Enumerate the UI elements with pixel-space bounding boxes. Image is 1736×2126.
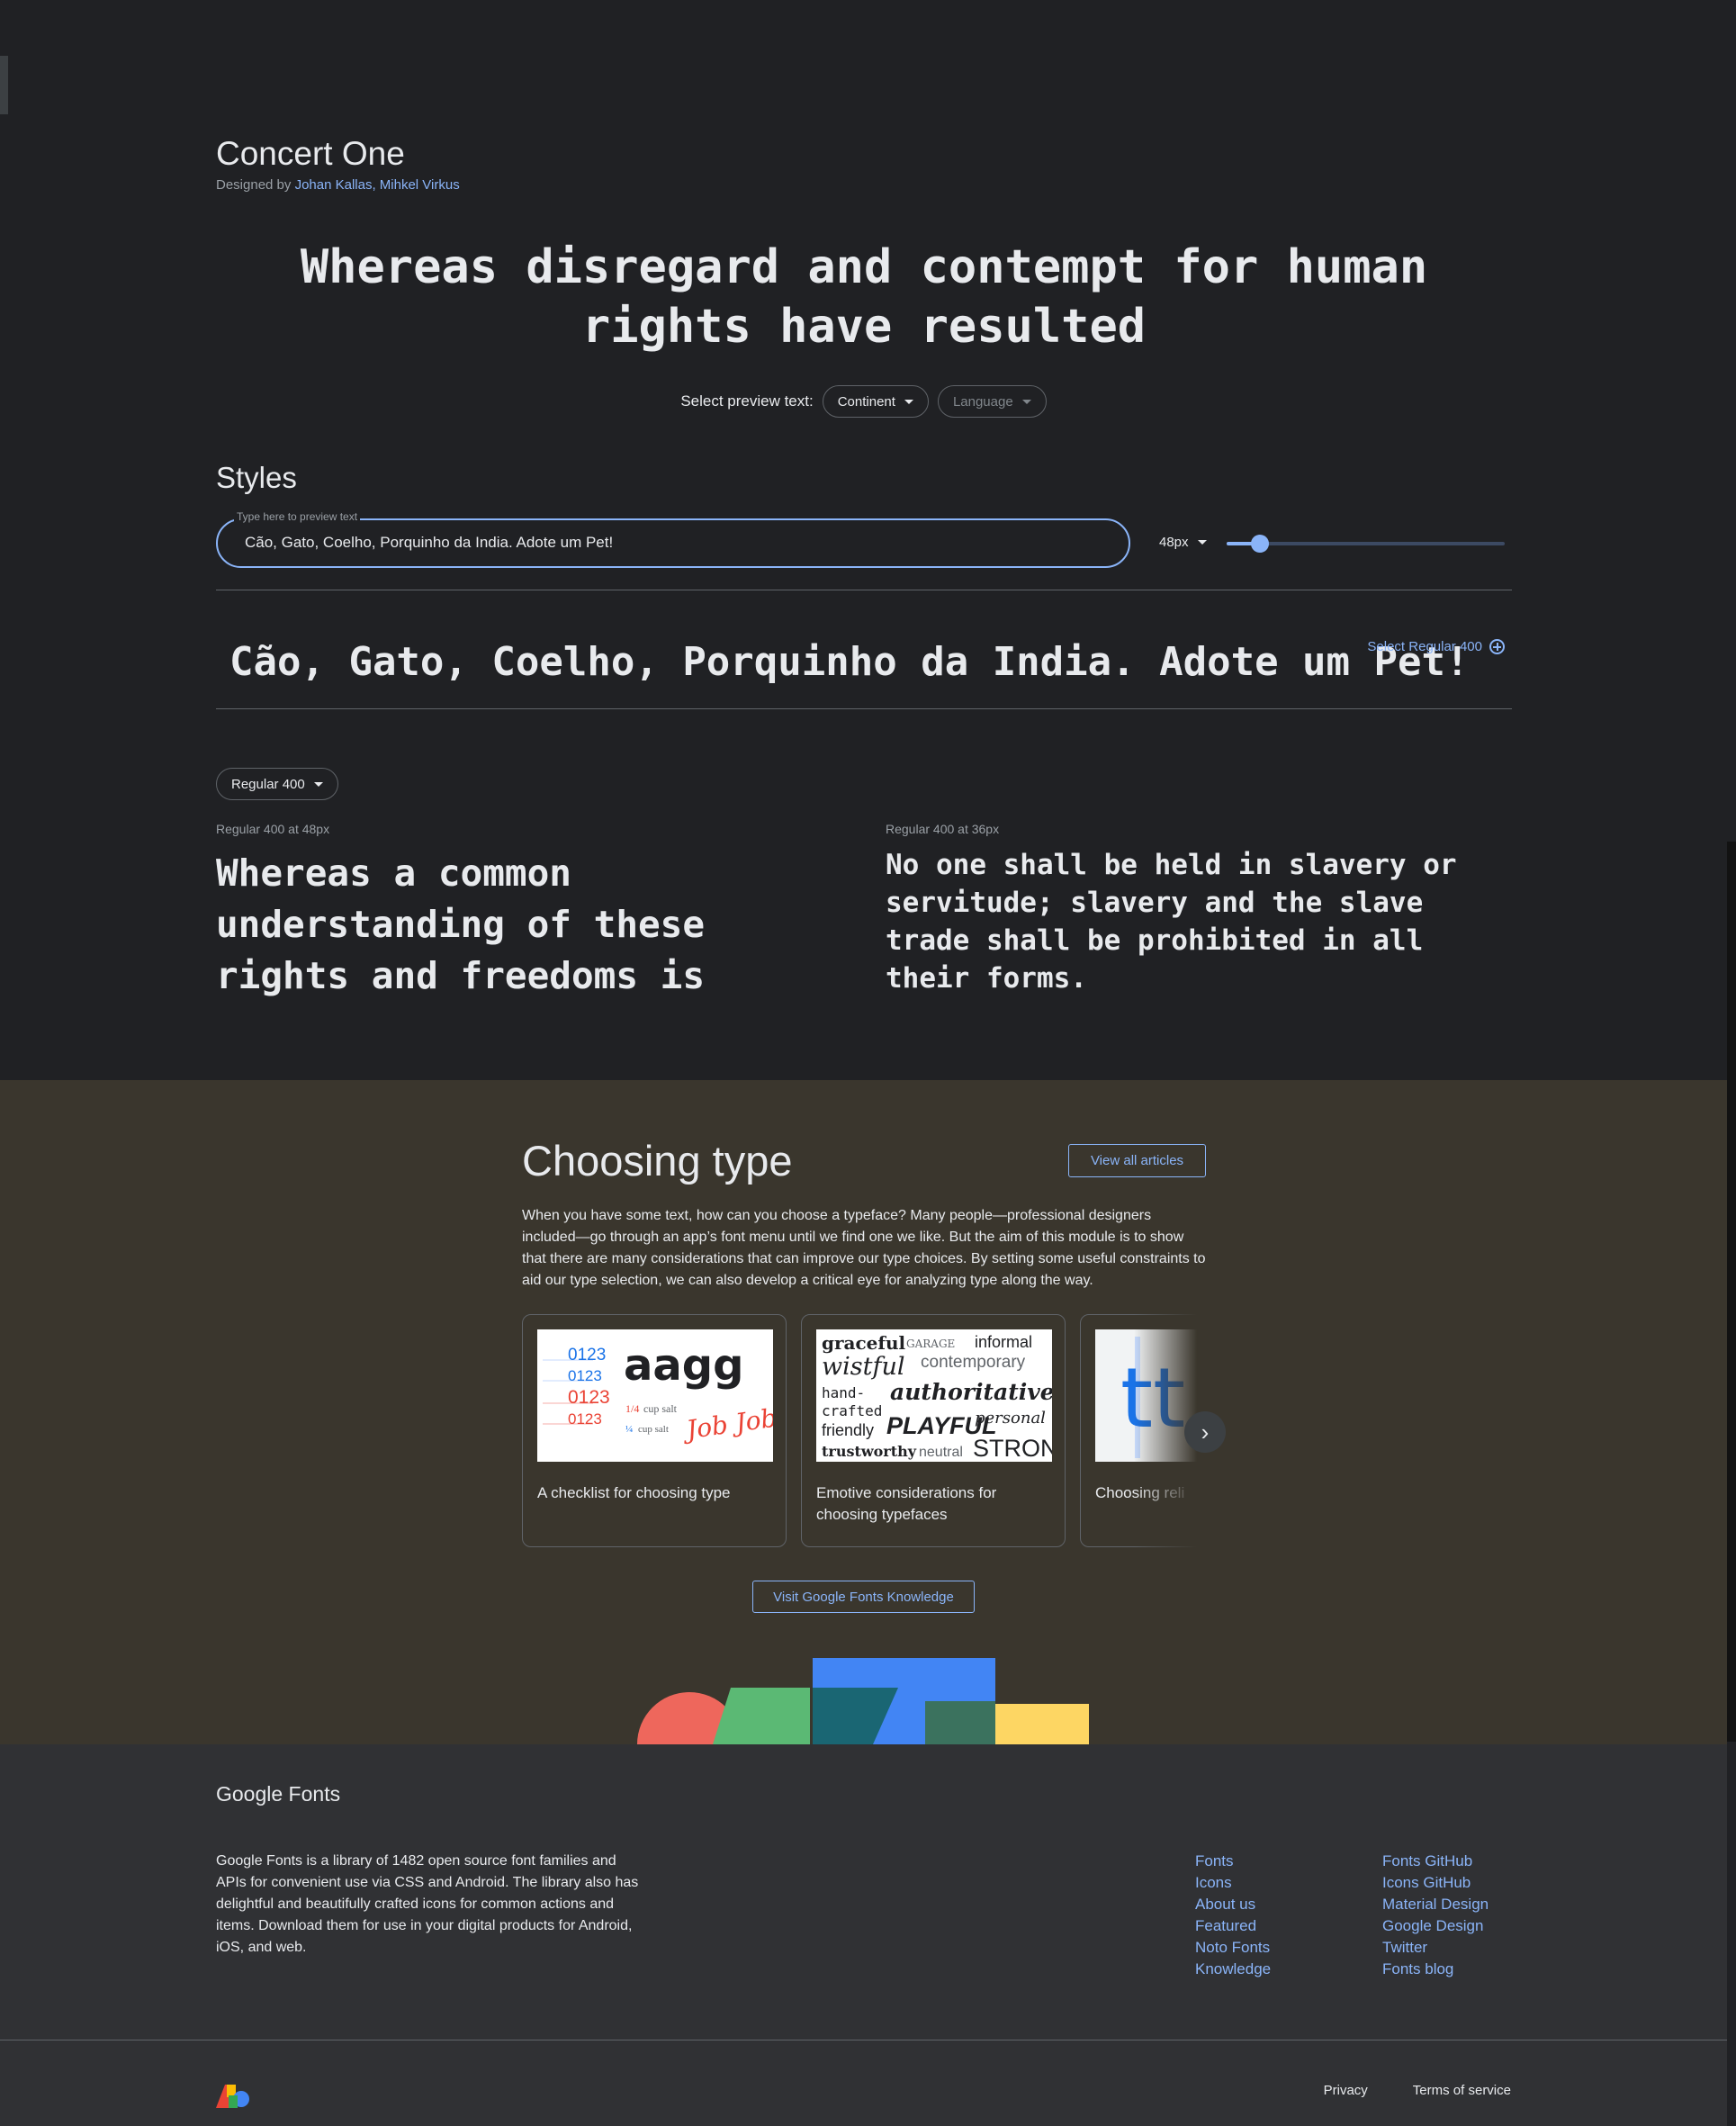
font-size-slider-thumb[interactable] — [1251, 535, 1270, 553]
emotive-illustration: graceful GARAGE informal wistful contemp… — [822, 1332, 1052, 1462]
side-tab — [0, 56, 8, 114]
footer-link[interactable]: Google Design — [1382, 1915, 1489, 1937]
chevron-down-icon — [1021, 399, 1031, 404]
font-title: Concert One — [216, 135, 405, 172]
select-style-label: Select Regular 400 — [1367, 639, 1482, 654]
sample-caption-left: Regular 400 at 48px — [216, 822, 330, 836]
google-fonts-logo-icon[interactable] — [216, 2081, 250, 2108]
sample-text-right: No one shall be held in slavery or servi… — [886, 849, 1457, 995]
style-row-preview: Cão, Gato, Coelho, Porquinho da India. A… — [229, 639, 1470, 685]
chevron-down-icon — [313, 781, 323, 787]
weight-select[interactable]: Regular 400 — [216, 768, 338, 800]
choosing-type-section: Choosing type View all articles When you… — [0, 1080, 1727, 1744]
thumb-word: friendly — [822, 1421, 874, 1439]
thumb-word: contemporary — [921, 1353, 1026, 1372]
continent-select-label: Continent — [837, 393, 895, 410]
language-select[interactable]: Language — [937, 385, 1047, 418]
article-card-title: Emotive considerations for choosing type… — [816, 1484, 997, 1523]
preview-text-input[interactable] — [245, 534, 1055, 552]
decorative-shapes — [637, 1658, 1089, 1744]
thumb-script: Job Job — [680, 1402, 773, 1445]
visit-knowledge-button[interactable]: Visit Google Fonts Knowledge — [752, 1581, 975, 1613]
thumb-word: hand- — [822, 1384, 865, 1401]
footer-links-column-1: Fonts Icons About us Featured Noto Fonts… — [1195, 1851, 1271, 1980]
thumb-word: trustworthy — [822, 1443, 917, 1460]
privacy-link[interactable]: Privacy — [1324, 2083, 1368, 2098]
chevron-right-icon[interactable]: › — [1184, 1411, 1226, 1453]
footer-link[interactable]: Material Design — [1382, 1894, 1489, 1915]
view-all-articles-button[interactable]: View all articles — [1068, 1144, 1206, 1177]
article-card[interactable]: graceful GARAGE informal wistful contemp… — [801, 1314, 1066, 1547]
thumb-digits: 0123 — [568, 1346, 606, 1365]
chevron-down-icon — [1197, 540, 1207, 545]
footer-link[interactable]: Fonts — [1195, 1851, 1271, 1872]
article-carousel: 0123 0123 0123 0123 aagg 1/4 cup salt ¼ … — [522, 1314, 1197, 1548]
designed-by-label: Designed by — [216, 177, 295, 193]
sample-text-left: Whereas a common understanding of these … — [216, 851, 706, 997]
thumb-word: graceful — [822, 1332, 906, 1354]
thumb-word: GARAGE — [906, 1338, 955, 1350]
article-thumbnail: 0123 0123 0123 0123 aagg 1/4 cup salt ¼ … — [537, 1329, 773, 1462]
thumb-word: personal — [975, 1409, 1046, 1428]
add-circle-icon — [1489, 639, 1505, 654]
article-card[interactable]: 0123 0123 0123 0123 aagg 1/4 cup salt ¼ … — [522, 1314, 787, 1547]
select-style-button[interactable]: Select Regular 400 — [1367, 639, 1505, 654]
choosing-type-heading: Choosing type — [522, 1137, 793, 1185]
thumb-digits: 0123 — [568, 1367, 602, 1384]
choosing-type-body: When you have some text, how can you cho… — [522, 1208, 1206, 1288]
footer-link[interactable]: Featured — [1195, 1915, 1271, 1937]
footer-link[interactable]: Twitter — [1382, 1937, 1489, 1959]
footer-link[interactable]: Noto Fonts — [1195, 1937, 1271, 1959]
font-size-slider[interactable] — [1227, 535, 1505, 553]
preview-label: Select preview text: — [680, 392, 814, 410]
preview-text-selector: Select preview text: Continent Language — [0, 385, 1727, 418]
footer-link[interactable]: Icons GitHub — [1382, 1872, 1489, 1894]
footer-legal-links: Privacy Terms of service — [1324, 2083, 1511, 2098]
thumb-big-glyphs: aagg — [624, 1340, 744, 1391]
thumb-word: authoritative — [890, 1379, 1052, 1405]
thumb-cup-text: cup salt — [643, 1402, 678, 1415]
thumb-digits: 0123 — [568, 1387, 610, 1408]
sample-caption-right: Regular 400 at 36px — [886, 822, 1000, 836]
footer-link[interactable]: Icons — [1195, 1872, 1271, 1894]
terms-link[interactable]: Terms of service — [1413, 2083, 1511, 2098]
styles-heading: Styles — [216, 461, 297, 494]
thumb-word: informal — [975, 1333, 1032, 1351]
scrollbar-track[interactable] — [1727, 842, 1736, 1742]
weight-select-label: Regular 400 — [231, 776, 305, 792]
article-card-title: A checklist for choosing type — [537, 1484, 731, 1501]
designer-credit: Designed by Johan Kallas, Mihkel Virkus — [216, 177, 460, 193]
designer-link[interactable]: Johan Kallas, Mihkel Virkus — [295, 177, 460, 193]
continent-select[interactable]: Continent — [822, 385, 929, 418]
footer-links-column-2: Fonts GitHub Icons GitHub Material Desig… — [1382, 1851, 1489, 1980]
article-thumbnail: graceful GARAGE informal wistful contemp… — [816, 1329, 1052, 1462]
footer-link[interactable]: Fonts GitHub — [1382, 1851, 1489, 1872]
preview-text-field[interactable]: Type here to preview text — [216, 510, 1130, 568]
thumb-fraction: ¼ — [625, 1424, 633, 1435]
footer-link[interactable]: About us — [1195, 1894, 1271, 1915]
preview-text-field-label: Type here to preview text — [234, 510, 361, 523]
footer-link[interactable]: Knowledge — [1195, 1959, 1271, 1980]
language-select-label: Language — [952, 393, 1013, 410]
thumb-cup-text: cup salt — [638, 1424, 669, 1435]
checklist-illustration: 0123 0123 0123 0123 aagg 1/4 cup salt ¼ … — [543, 1340, 773, 1446]
footer-brand: Google Fonts — [216, 1782, 341, 1806]
thumb-digits: 0123 — [568, 1410, 602, 1428]
chevron-down-icon — [904, 399, 913, 404]
thumb-fraction: 1/4 — [625, 1402, 639, 1415]
footer-description: Google Fonts is a library of 1482 open s… — [216, 1853, 639, 1955]
thumb-word: neutral — [919, 1445, 963, 1460]
font-size-value: 48px — [1159, 535, 1189, 550]
footer-link[interactable]: Fonts blog — [1382, 1959, 1489, 1980]
thumb-word: wistful — [822, 1353, 904, 1381]
thumb-word: STRONG — [973, 1435, 1052, 1462]
divider — [216, 708, 1512, 709]
hero-preview-text: Whereas disregard and contempt for human… — [300, 240, 1428, 354]
footer: Google Fonts Google Fonts is a library o… — [0, 1744, 1727, 2126]
thumb-word: crafted — [822, 1402, 882, 1419]
font-size-select[interactable]: 48px — [1159, 535, 1207, 550]
